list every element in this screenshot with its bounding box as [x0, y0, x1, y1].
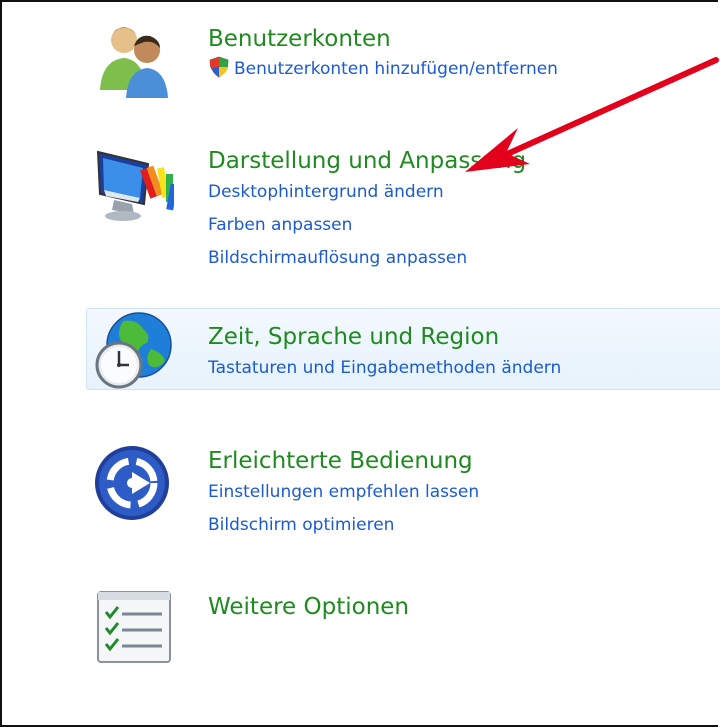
- link-change-keyboards[interactable]: Tastaturen und Eingabemethoden ändern: [208, 352, 561, 385]
- category-more-options: Weitere Optionen: [86, 582, 720, 672]
- users-icon[interactable]: [92, 18, 174, 100]
- link-adjust-resolution[interactable]: Bildschirmauflösung anpassen: [208, 242, 526, 275]
- control-panel-frame: Benutzerkonten Benutzerkonten hinzufügen…: [0, 0, 720, 727]
- category-title-more-options[interactable]: Weitere Optionen: [208, 592, 409, 622]
- link-change-desktop-background[interactable]: Desktophintergrund ändern: [208, 176, 526, 209]
- checklist-icon[interactable]: [92, 586, 174, 668]
- category-appearance: Darstellung und Anpassung Desktophinterg…: [86, 142, 720, 282]
- link-optimize-display[interactable]: Bildschirm optimieren: [208, 509, 479, 542]
- category-title-time-language-region[interactable]: Zeit, Sprache und Region: [208, 322, 561, 352]
- category-ease-of-access: Erleichterte Bedienung Einstellungen emp…: [86, 442, 720, 552]
- ease-of-access-icon[interactable]: [92, 442, 174, 524]
- link-get-recommendations[interactable]: Einstellungen empfehlen lassen: [208, 476, 479, 509]
- clock-globe-icon: [93, 309, 175, 391]
- category-title-ease-of-access[interactable]: Erleichterte Bedienung: [208, 446, 479, 476]
- category-user-accounts: Benutzerkonten Benutzerkonten hinzufügen…: [86, 18, 720, 98]
- category-time-language-region[interactable]: Zeit, Sprache und Region Tastaturen und …: [86, 308, 720, 390]
- appearance-icon[interactable]: [92, 144, 178, 226]
- shield-icon: [208, 56, 230, 78]
- link-adjust-colors[interactable]: Farben anpassen: [208, 209, 526, 242]
- category-title-appearance[interactable]: Darstellung und Anpassung: [208, 146, 526, 176]
- category-title-user-accounts[interactable]: Benutzerkonten: [208, 24, 558, 54]
- link-add-remove-accounts[interactable]: Benutzerkonten hinzufügen/entfernen: [208, 54, 558, 84]
- link-label: Benutzerkonten hinzufügen/entfernen: [234, 59, 558, 79]
